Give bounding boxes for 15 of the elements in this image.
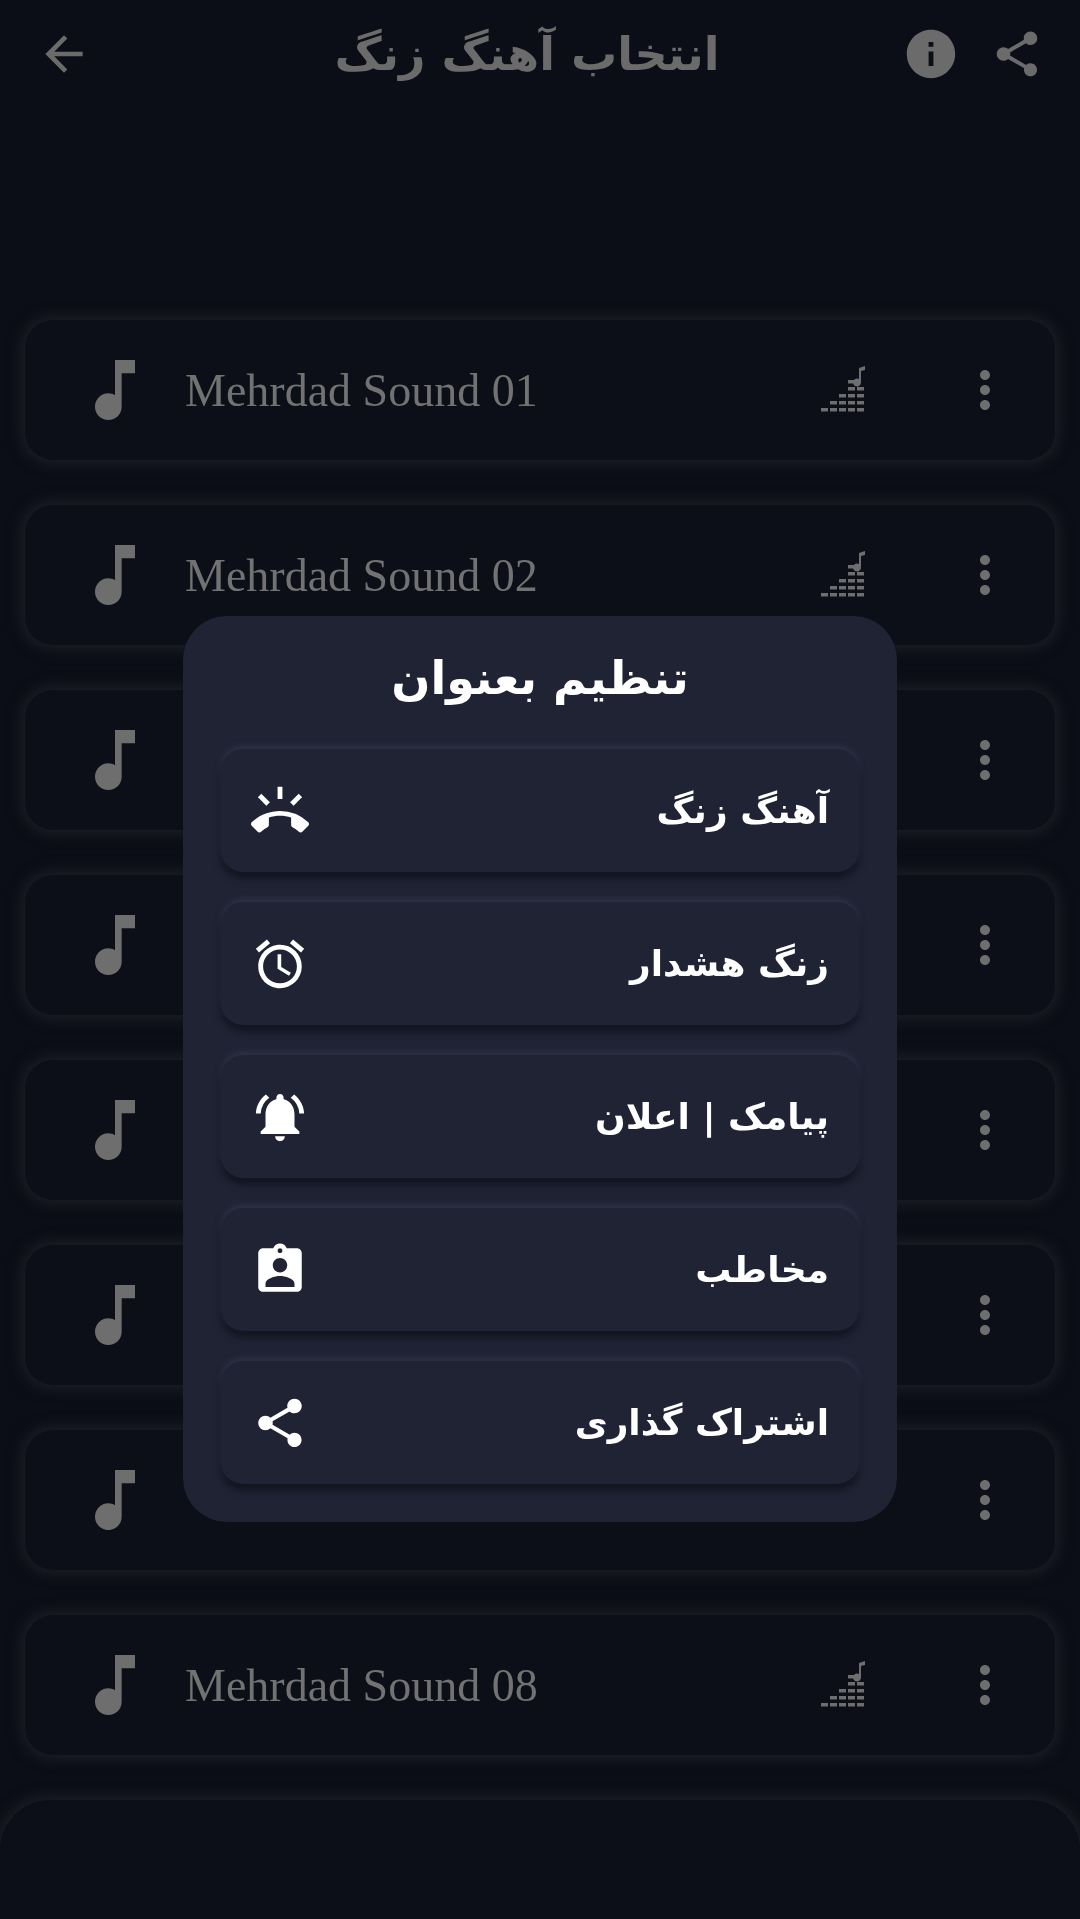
song-title: Mehrdad Sound 02 [185,549,538,601]
set-as-option[interactable]: مخاطب [221,1208,859,1331]
set-as-option[interactable]: پیامک | اعلان [221,1055,859,1178]
set-as-option[interactable]: اشتراک گذاری [221,1361,859,1484]
equalizer-icon [819,1661,867,1709]
set-as-option[interactable]: زنگ هشدار [221,902,859,1025]
song-title: Mehrdad Sound 08 [185,1659,538,1711]
song-title: Mehrdad Sound 01 [185,364,538,416]
dialog-title: تنظیم بعنوان [391,650,689,707]
equalizer-icon [819,551,867,599]
page-title: انتخاب آهنگ زنگ [333,25,721,83]
song-card[interactable]: Mehrdad Sound 01 [25,320,1055,460]
equalizer-icon [819,366,867,414]
song-card[interactable]: Mehrdad Sound 08 [25,1615,1055,1755]
set-as-option[interactable]: آهنگ زنگ [221,749,859,872]
